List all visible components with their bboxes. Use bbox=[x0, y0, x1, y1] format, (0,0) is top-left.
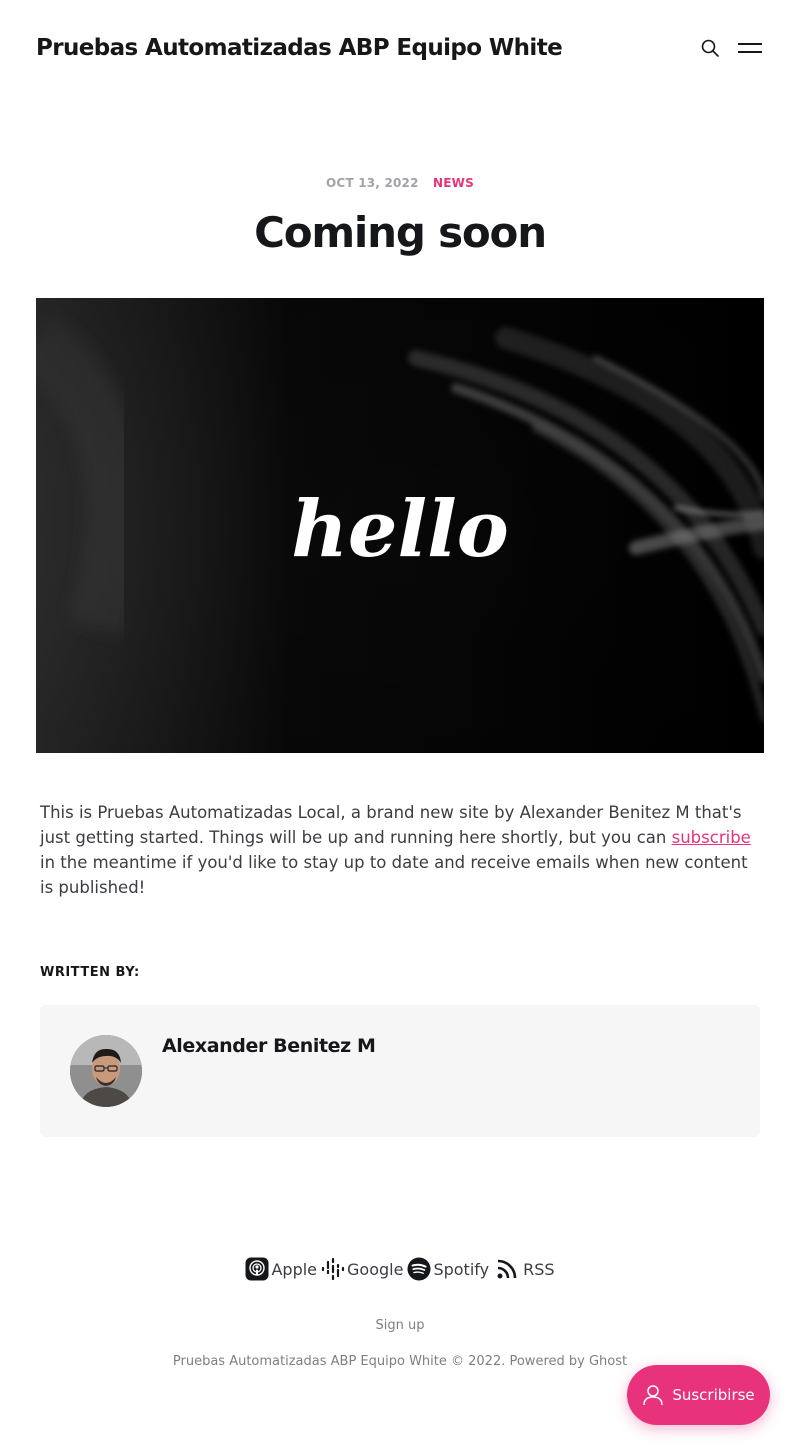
post-tag-link[interactable]: NEWS bbox=[433, 176, 474, 190]
subscribe-link[interactable]: subscribe bbox=[672, 828, 751, 847]
portal-subscribe-button[interactable]: Suscribirse bbox=[627, 1365, 770, 1425]
written-by-label: WRITTEN BY: bbox=[40, 965, 140, 980]
podcast-link-label: Google bbox=[347, 1259, 404, 1279]
podcast-link-label: Spotify bbox=[433, 1259, 490, 1279]
post-body-text: This is Pruebas Automatizadas Local, a b… bbox=[40, 803, 742, 847]
post-body-text-end: in the meantime if you'd like to stay up… bbox=[40, 853, 748, 897]
apple-podcasts-icon bbox=[245, 1257, 269, 1281]
spotify-icon bbox=[407, 1257, 431, 1281]
user-icon bbox=[643, 1385, 664, 1406]
podcast-link-rss[interactable]: RSS bbox=[497, 1259, 555, 1279]
podcast-link-label: Apple bbox=[271, 1259, 318, 1279]
header-actions bbox=[696, 34, 764, 62]
podcast-link-spotify[interactable]: Spotify bbox=[407, 1257, 489, 1281]
author-card: Alexander Benitez M bbox=[40, 1005, 760, 1137]
site-header: Pruebas Automatizadas ABP Equipo White bbox=[36, 28, 764, 68]
author-name[interactable]: Alexander Benitez M bbox=[162, 1035, 376, 1057]
post-title: Coming soon bbox=[254, 208, 547, 257]
avatar[interactable] bbox=[70, 1035, 142, 1107]
google-podcasts-icon bbox=[321, 1257, 345, 1281]
post-meta: OCT 13, 2022 NEWS bbox=[0, 176, 800, 190]
podcast-link-apple[interactable]: Apple bbox=[245, 1257, 317, 1281]
site-title[interactable]: Pruebas Automatizadas ABP Equipo White bbox=[36, 35, 563, 61]
signup-link[interactable]: Sign up bbox=[0, 1318, 800, 1333]
podcast-link-label: RSS bbox=[523, 1259, 555, 1279]
search-icon[interactable] bbox=[696, 34, 724, 62]
feature-image: hello bbox=[36, 298, 764, 753]
post-content: This is Pruebas Automatizadas Local, a b… bbox=[40, 800, 760, 900]
podcast-links: Apple Google Spotify RSS bbox=[0, 1257, 800, 1281]
podcast-link-google[interactable]: Google bbox=[321, 1257, 403, 1281]
hamburger-menu-icon[interactable] bbox=[738, 34, 764, 62]
rss-icon bbox=[497, 1259, 517, 1279]
feature-image-text: hello bbox=[291, 484, 509, 575]
post-date: OCT 13, 2022 bbox=[326, 176, 419, 190]
subscribe-label: Suscribirse bbox=[672, 1386, 755, 1404]
